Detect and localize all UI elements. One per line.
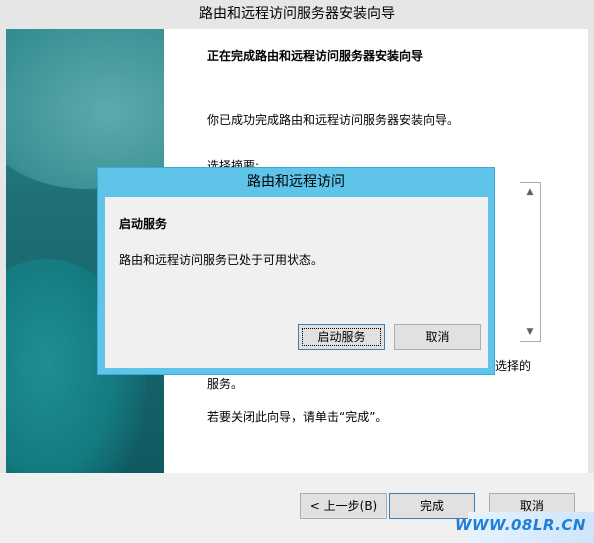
start-service-button-label: 启动服务 <box>317 330 366 344</box>
dialog-cancel-button[interactable]: 取消 <box>394 324 481 350</box>
wizard-after-text-suffix: 选择的 <box>495 359 532 373</box>
window-title: 路由和远程访问服务器安装向导 <box>199 6 395 22</box>
wizard-close-hint: 若要关闭此向导，请单击“完成”。 <box>207 410 388 424</box>
watermark-text: WWW.08LR.CN <box>454 516 586 534</box>
banner-decoration <box>6 29 164 189</box>
start-service-button[interactable]: 启动服务 <box>298 324 385 350</box>
dialog-heading: 启动服务 <box>119 217 168 231</box>
wizard-after-text-line2: 服务。 <box>207 377 244 391</box>
summary-listbox[interactable]: ▲ ▼ <box>520 182 541 342</box>
scroll-down-arrow-icon[interactable]: ▼ <box>524 326 536 338</box>
wizard-heading: 正在完成路由和远程访问服务器安装向导 <box>207 49 424 63</box>
dialog-title: 路由和远程访问 <box>247 174 345 190</box>
back-button[interactable]: < 上一步(B) <box>300 493 387 519</box>
dialog-body: 启动服务 路由和远程访问服务已处于可用状态。 启动服务 取消 <box>105 197 488 368</box>
site-watermark: WWW.08LR.CN <box>455 512 594 543</box>
wizard-success-text: 你已成功完成路由和远程访问服务器安装向导。 <box>207 113 460 127</box>
start-service-dialog: 路由和远程访问 启动服务 路由和远程访问服务已处于可用状态。 启动服务 取消 <box>97 167 495 375</box>
scroll-up-arrow-icon[interactable]: ▲ <box>524 186 536 198</box>
window-titlebar: 路由和远程访问服务器安装向导 <box>0 0 594 29</box>
dialog-message: 路由和远程访问服务已处于可用状态。 <box>119 253 324 267</box>
